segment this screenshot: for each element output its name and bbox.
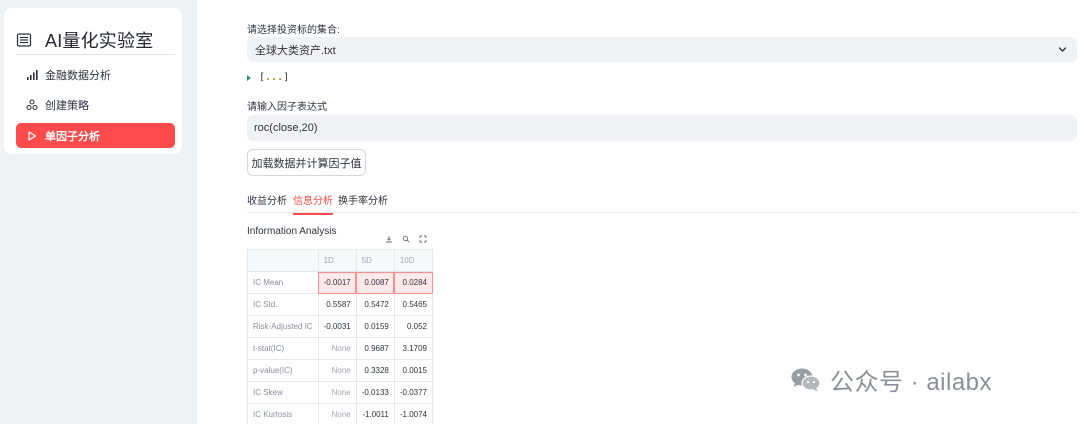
table-cell[interactable]: None [317, 337, 357, 360]
bar-chart-icon [26, 69, 38, 81]
table-cell[interactable]: -0.0017 [317, 271, 357, 294]
table-cell[interactable]: -0.0377 [393, 381, 434, 404]
tab-information-analysis[interactable]: 信息分析 [293, 192, 333, 215]
table-cell[interactable]: 0.0087 [355, 271, 395, 294]
document-list-icon [16, 32, 32, 48]
column-header-index[interactable] [247, 249, 319, 272]
asset-set-select[interactable]: 全球大类资产.txt [247, 37, 1077, 62]
watermark-text: 公众号 · ailabx [830, 369, 993, 396]
analysis-tabs: 收益分析 信息分析 换手率分析 [247, 188, 1077, 215]
tab-return-analysis[interactable]: 收益分析 [247, 192, 287, 213]
sidebar-item-create-strategy[interactable]: 创建策略 [16, 92, 175, 117]
sidebar-item-label: 金融数据分析 [45, 69, 111, 82]
fullscreen-icon[interactable] [419, 235, 427, 243]
section-title: Information Analysis [247, 226, 337, 237]
row-label: Risk-Adjusted IC [247, 315, 319, 338]
select-value: 全球大类资产.txt [255, 44, 336, 57]
tab-turnover-analysis[interactable]: 换手率分析 [338, 192, 388, 213]
load-and-compute-button[interactable]: 加载数据并计算因子值 [247, 149, 366, 176]
factor-expression-input[interactable] [247, 115, 1077, 141]
search-icon[interactable] [402, 235, 410, 243]
table-cell[interactable]: 0.052 [393, 315, 434, 338]
table-row: Risk-Adjusted IC -0.0031 0.0159 0.052 [247, 315, 434, 338]
table-row: IC Skew None -0.0133 -0.0377 [247, 381, 434, 404]
wechat-icon [790, 366, 822, 394]
row-label: IC Std. [247, 293, 319, 316]
table-cell[interactable]: -0.0133 [355, 381, 395, 404]
column-header-5d[interactable]: 5D [355, 249, 395, 272]
table-cell[interactable]: 3.1709 [393, 337, 434, 360]
table-cell[interactable]: -1.0011 [355, 403, 395, 424]
row-label: IC Mean [247, 271, 319, 294]
sidebar-item-financial-data[interactable]: 金融数据分析 [16, 62, 175, 87]
sidebar-item-label: 单因子分析 [45, 130, 100, 143]
table-row: IC Std. 0.5587 0.5472 0.5465 [247, 293, 434, 316]
sidebar-header: AI量化实验室 [16, 27, 153, 53]
table-header-row: 1D 5D 10D [247, 249, 434, 272]
table-cell[interactable]: 0.5465 [393, 293, 434, 316]
json-expander[interactable]: [ ... ] [247, 72, 289, 83]
table-cell[interactable]: -1.0074 [393, 403, 434, 424]
play-icon [26, 130, 38, 142]
expander-close-bracket: ] [283, 72, 290, 83]
table-cell[interactable]: 0.0159 [355, 315, 395, 338]
table-cell[interactable]: 0.3328 [355, 359, 395, 382]
expander-ellipsis: ... [265, 72, 284, 83]
table-cell[interactable]: 0.5587 [317, 293, 357, 316]
expand-triangle-icon [247, 74, 251, 81]
table-cell[interactable]: 0.9687 [355, 337, 395, 360]
chevron-down-icon [1058, 45, 1067, 54]
table-row: p-value(IC) None 0.3328 0.0015 [247, 359, 434, 382]
information-analysis-table: 1D 5D 10D IC Mean -0.0017 0.0087 0.0284 … [247, 249, 434, 424]
table-cell[interactable]: None [317, 403, 357, 424]
select-label: 请选择投资标的集合: [247, 25, 340, 36]
row-label: t-stat(IC) [247, 337, 319, 360]
sidebar-divider [16, 54, 175, 55]
sidebar-title: AI量化实验室 [45, 31, 154, 51]
sidebar-item-single-factor[interactable]: 单因子分析 [16, 123, 175, 148]
table-cell[interactable]: None [317, 359, 357, 382]
table-row: IC Kurtosis None -1.0011 -1.0074 [247, 403, 434, 424]
table-row: IC Mean -0.0017 0.0087 0.0284 [247, 271, 434, 294]
table-cell[interactable]: None [317, 381, 357, 404]
wechat-watermark: 公众号 · ailabx [790, 362, 992, 397]
table-cell[interactable]: -0.0031 [317, 315, 357, 338]
row-label: p-value(IC) [247, 359, 319, 382]
sidebar-menu-card: AI量化实验室 金融数据分析 创建策略 单因子分析 [4, 8, 182, 154]
factor-label: 请输入因子表达式 [247, 102, 327, 113]
column-header-1d[interactable]: 1D [317, 249, 357, 272]
row-label: IC Kurtosis [247, 403, 319, 424]
sidebar: AI量化实验室 金融数据分析 创建策略 单因子分析 [0, 0, 197, 424]
column-header-10d[interactable]: 10D [393, 249, 434, 272]
dataframe-toolbar [380, 231, 432, 246]
main-content: 请选择投资标的集合: 全球大类资产.txt [ ... ] 请输入因子表达式 加… [247, 0, 1077, 424]
download-icon[interactable] [385, 235, 393, 243]
table-row: t-stat(IC) None 0.9687 3.1709 [247, 337, 434, 360]
table-cell[interactable]: 0.0015 [393, 359, 434, 382]
table-cell[interactable]: 0.5472 [355, 293, 395, 316]
sidebar-item-label: 创建策略 [45, 99, 89, 112]
cluster-icon [26, 98, 38, 111]
row-label: IC Skew [247, 381, 319, 404]
table-cell[interactable]: 0.0284 [393, 271, 434, 294]
